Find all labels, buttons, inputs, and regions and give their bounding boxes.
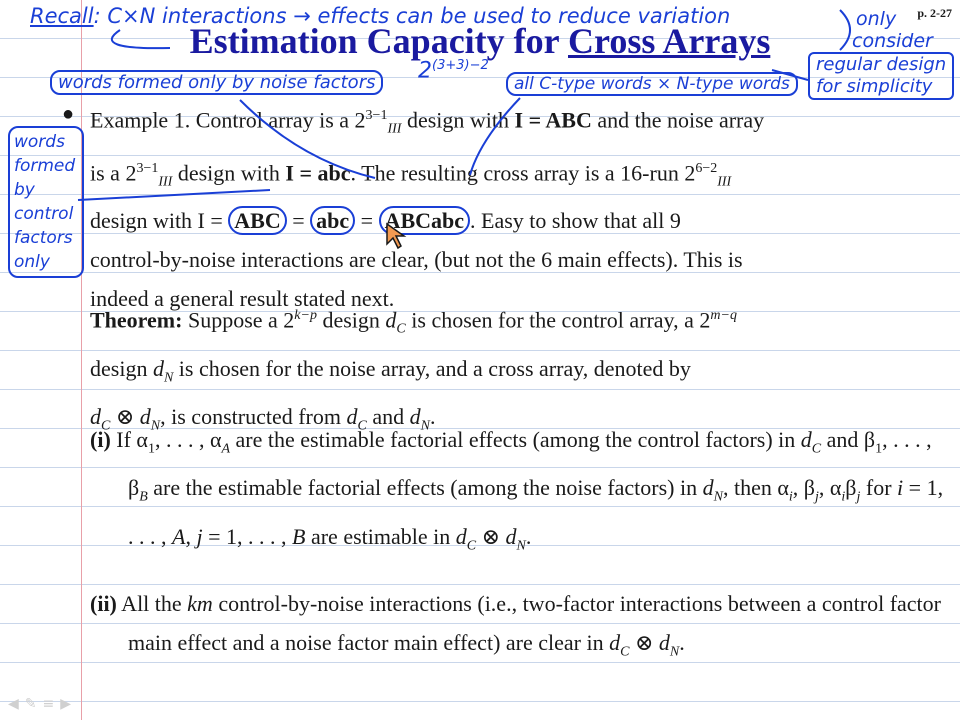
cursor-icon <box>386 222 407 250</box>
left-arrow-icon[interactable]: ◀ <box>8 696 25 712</box>
pen-icon[interactable]: ✎ <box>25 696 43 712</box>
annotation-strokes <box>77 9 851 201</box>
menu-icon[interactable]: ≡ <box>43 696 61 712</box>
recall-arrow <box>110 29 171 50</box>
title-bracket <box>839 9 851 51</box>
slide-nav: ◀✎≡▶ <box>8 696 77 712</box>
ctype-arrow <box>469 97 521 176</box>
control-arrow <box>77 189 271 201</box>
right-arrow-icon[interactable]: ▶ <box>60 696 77 712</box>
noise-arrow <box>239 99 376 179</box>
slide: p. 2-27 Estimation Capacity for Cross Ar… <box>0 0 960 720</box>
regular-arrow <box>771 69 809 81</box>
